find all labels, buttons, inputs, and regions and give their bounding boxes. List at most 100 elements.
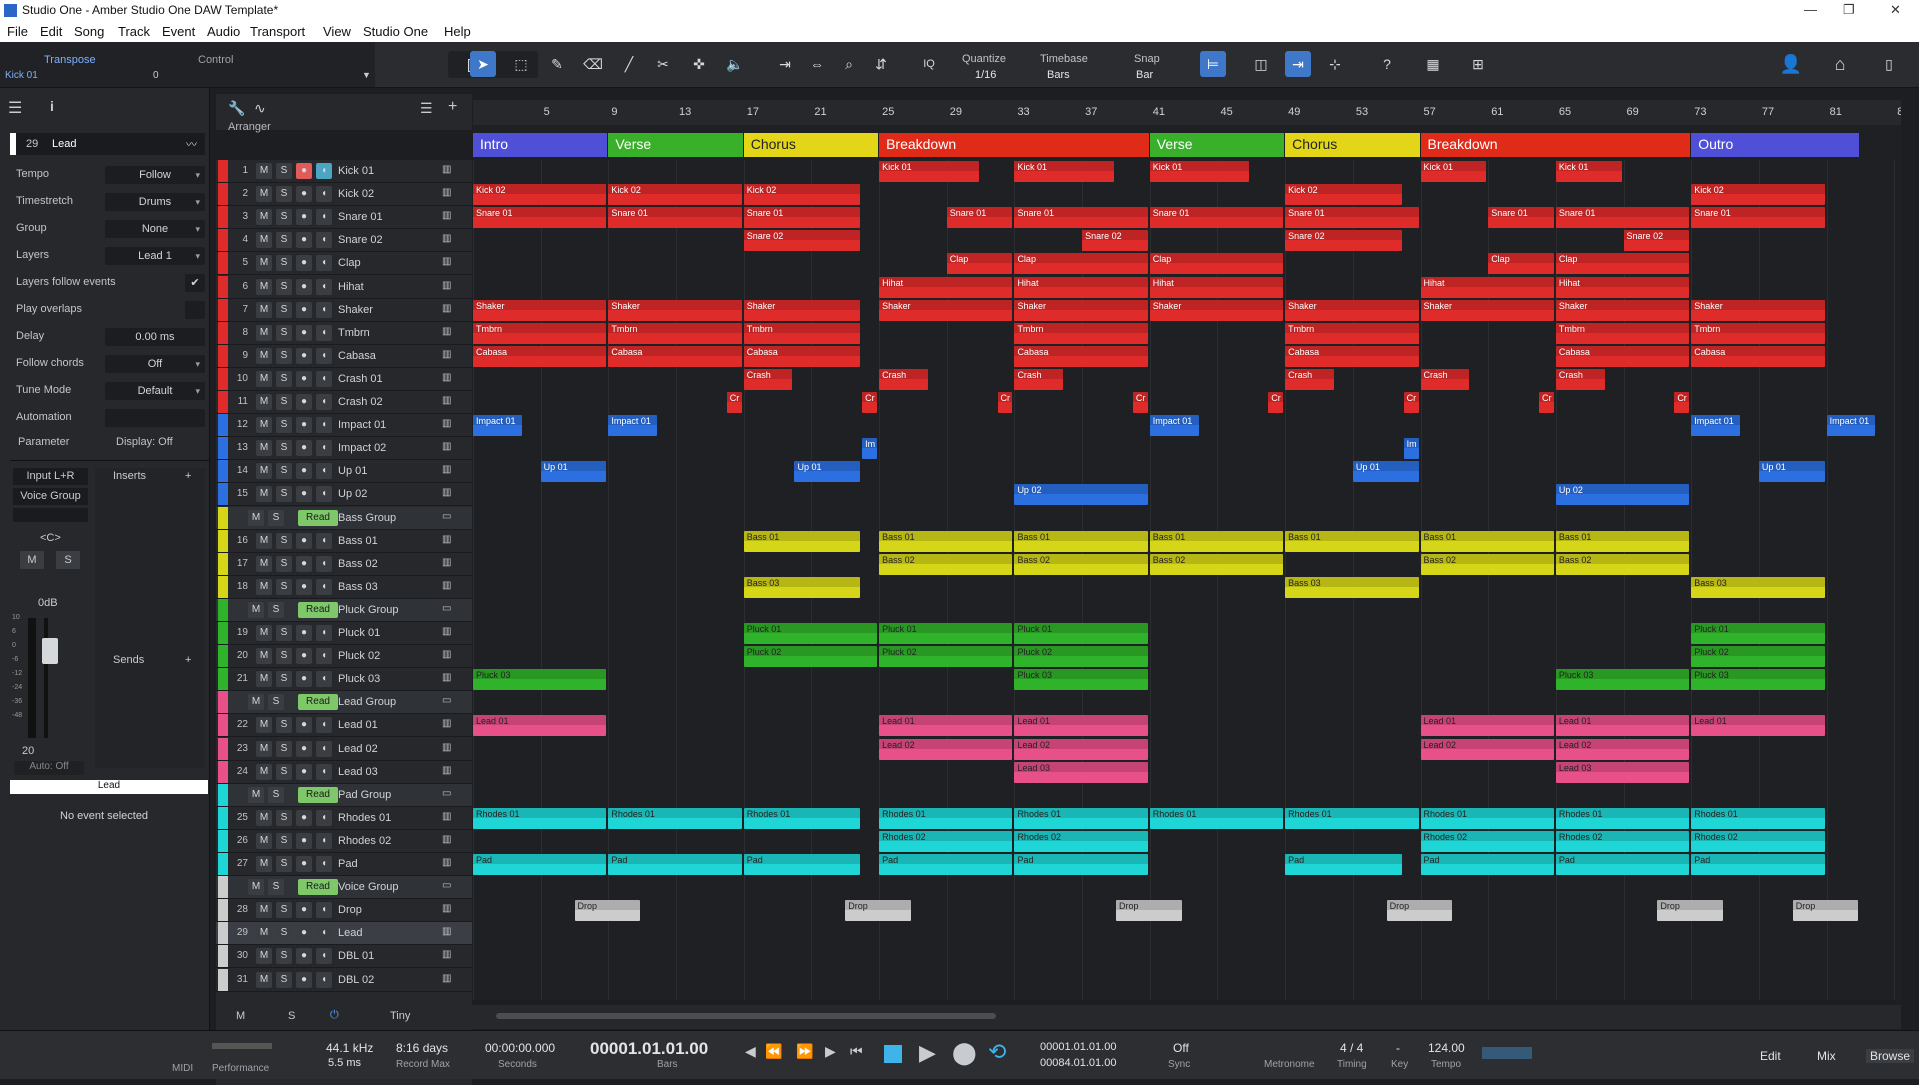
record-arm-button[interactable]: ● [296,255,312,272]
horizontal-scrollbar[interactable] [496,1013,996,1019]
mute-button[interactable]: M [256,532,272,549]
event-clip[interactable]: Rhodes 01 [1555,807,1690,829]
event-clip[interactable]: Rhodes 01 [879,807,1013,829]
monitor-button[interactable]: ◖ [316,186,332,203]
display-dropdown[interactable]: Display: Off [116,436,173,448]
solo-button[interactable]: S [276,856,292,872]
stop-button[interactable] [884,1045,902,1063]
arranger-section[interactable]: Verse [1149,133,1285,157]
event-clip[interactable]: Shaker [1014,299,1148,321]
autoscroll-toggle-icon[interactable]: ⇥ [1285,51,1311,77]
inspector-row-value[interactable]: Drums [105,193,205,211]
event-clip[interactable]: Pluck 01 [1691,623,1825,644]
record-arm-button[interactable]: ● [296,209,312,226]
layout-icon[interactable]: ⊞ [1465,51,1491,77]
solo-button[interactable]: S [276,324,292,341]
close-icon[interactable]: ✕ [1890,2,1901,18]
record-arm-button[interactable]: ● [296,578,312,595]
mute-button[interactable]: M [256,209,272,226]
mute-button[interactable]: M [248,694,264,711]
inserts-add-icon[interactable]: + [185,470,191,482]
instrument-icon[interactable]: ▥ [442,233,451,244]
track-color[interactable] [218,529,228,552]
solo-button[interactable]: S [276,209,292,226]
record-arm-button[interactable]: ● [296,486,312,503]
track-row[interactable]: 11 M S ● ◖ ▥ Crash 02 [216,391,472,414]
split-icon[interactable]: ⇥ [772,51,798,77]
track-color[interactable] [218,876,228,899]
solo-button[interactable]: S [268,879,284,896]
mute-button[interactable]: M [256,809,272,826]
monitor-button[interactable]: ◖ [316,255,332,272]
bars-value[interactable]: 00001.01.01.00 [590,1039,708,1059]
event-clip[interactable]: Pluck 01 [743,623,878,644]
transpose-value[interactable]: 0 [153,70,159,81]
inspector-row-value[interactable]: Default [105,382,205,400]
monitor-button[interactable]: ◖ [316,648,332,665]
mute-button[interactable]: M [256,925,272,942]
track-color[interactable] [218,344,228,367]
track-name[interactable]: Crash 02 [338,396,438,408]
arranger-section[interactable]: Intro [473,133,608,157]
solo-button[interactable]: S [276,440,292,457]
track-color[interactable] [218,714,228,737]
mute-button[interactable]: M [256,278,272,295]
event-clip[interactable]: Pad [1285,854,1402,875]
folder-track[interactable]: M S Read ▭ Pluck Group [216,598,472,622]
track-name[interactable]: Pad Group [338,789,438,801]
timebase-value[interactable]: Bars [1047,69,1070,81]
event-clip[interactable]: Im [862,438,878,460]
solo-button[interactable]: S [56,551,80,569]
timing-value[interactable]: 4 / 4 [1340,1041,1363,1055]
record-arm-button[interactable]: ● [296,763,312,780]
control-dropdown-icon[interactable]: ▼ [362,70,371,80]
event-clip[interactable]: Lead 02 [879,738,1013,760]
track-row[interactable]: 23 M S ● ◖ ▥ Lead 02 [216,737,472,761]
solo-button[interactable]: S [276,832,292,849]
track-color[interactable] [218,899,228,922]
info-icon[interactable]: i [50,98,54,114]
track-color[interactable] [218,829,228,852]
event-clip[interactable]: Hihat [1555,276,1690,298]
parameter-label[interactable]: Parameter [18,436,69,448]
event-clip[interactable]: Cr [726,392,742,413]
event-clip[interactable]: Cr [1268,392,1284,413]
monitor-button[interactable]: ◖ [316,209,332,226]
monitor-button[interactable]: ◖ [316,671,332,688]
monitor-button[interactable]: ◖ [316,971,332,988]
event-clip[interactable]: Impact 01 [1691,415,1740,437]
mute-button[interactable]: M [256,301,272,318]
record-arm-button[interactable]: ● [296,948,312,965]
instrument-icon[interactable]: ▥ [442,487,451,498]
record-icon[interactable]: ⬤ [952,1040,977,1066]
event-clip[interactable]: Shaker [1149,299,1284,321]
monitor-button[interactable]: ◖ [316,301,332,318]
track-name[interactable]: Pad [338,858,438,870]
event-clip[interactable]: Tmbrn [743,322,861,344]
track-row[interactable]: 27 M S ● ◖ ▥ Pad [216,853,472,876]
solo-button[interactable]: S [268,694,284,711]
solo-button[interactable]: S [276,740,292,757]
track-row[interactable]: 9 M S ● ◖ ▥ Cabasa [216,344,472,368]
instrument-icon[interactable]: ▥ [442,280,451,291]
browse-tab[interactable]: Browse [1866,1049,1915,1063]
monitor-button[interactable]: ◖ [316,740,332,757]
track-name[interactable]: Impact 01 [338,419,438,431]
event-clip[interactable]: Pluck 03 [1555,669,1690,691]
track-name[interactable]: Lead Group [338,696,438,708]
mute-button[interactable]: M [256,347,272,364]
event-clip[interactable]: Drop [1792,900,1859,922]
event-clip[interactable]: Bass 02 [1420,553,1554,575]
solo-button[interactable]: S [276,971,292,988]
monitor-button[interactable]: ◖ [316,809,332,826]
event-clip[interactable]: Cr [997,392,1013,413]
page-icon[interactable]: ▯ [1876,51,1902,77]
solo-button[interactable]: S [276,925,292,942]
record-arm-button[interactable]: ● [296,186,312,203]
inspector-row-value[interactable]: Follow [105,166,205,184]
solo-button[interactable]: S [276,625,292,641]
solo-button[interactable]: S [276,486,292,503]
track-color[interactable] [218,506,228,529]
track-name[interactable]: Bass Group [338,512,438,524]
track-color[interactable] [218,275,228,298]
